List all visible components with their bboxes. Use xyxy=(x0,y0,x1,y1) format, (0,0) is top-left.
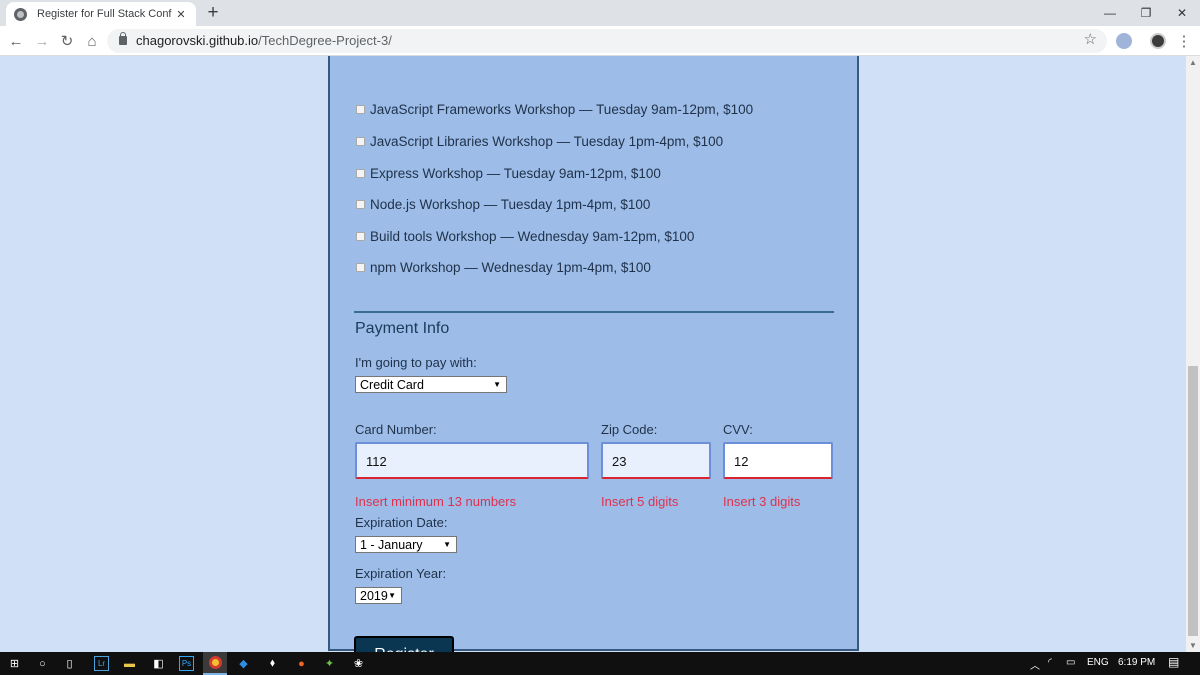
minimize-button[interactable]: — xyxy=(1092,0,1128,26)
clock-time[interactable]: 6:19 PM xyxy=(1118,657,1155,668)
address-bar[interactable]: chagorovski.github.io/TechDegree-Project… xyxy=(107,29,1107,53)
sourcetree-icon[interactable]: ✦ xyxy=(322,656,337,671)
browser-tab[interactable]: Register for Full Stack Conf ✕ xyxy=(6,2,196,26)
section-divider xyxy=(354,311,834,313)
app-icon[interactable]: ❀ xyxy=(351,656,366,671)
zip-code-label: Zip Code: xyxy=(601,422,658,437)
chrome-icon xyxy=(208,656,222,669)
activity-item[interactable]: Node.js Workshop — Tuesday 1pm-4pm, $100 xyxy=(356,197,650,212)
activity-label: npm Workshop — Wednesday 1pm-4pm, $100 xyxy=(370,260,651,275)
scroll-thumb[interactable] xyxy=(1188,366,1198,636)
scroll-up-icon[interactable]: ▲ xyxy=(1189,58,1197,67)
activity-checkbox[interactable] xyxy=(356,137,365,146)
activity-item[interactable]: JavaScript Frameworks Workshop — Tuesday… xyxy=(356,102,753,117)
restore-button[interactable]: ❐ xyxy=(1128,0,1164,26)
activity-label: Express Workshop — Tuesday 9am-12pm, $10… xyxy=(370,166,661,181)
payment-method-value: Credit Card xyxy=(360,378,424,392)
task-view-icon[interactable]: ▯ xyxy=(62,656,77,671)
payment-heading: Payment Info xyxy=(355,320,450,337)
payment-method-select[interactable]: Credit Card ▼ xyxy=(355,376,507,393)
activity-label: Build tools Workshop — Wednesday 9am-12p… xyxy=(370,229,695,244)
zip-code-input[interactable]: 23 xyxy=(601,442,711,479)
chrome-taskbar-button[interactable] xyxy=(203,652,227,675)
card-number-label: Card Number: xyxy=(355,422,437,437)
tab-title: Register for Full Stack Conf xyxy=(37,8,172,20)
cvv-label: CVV: xyxy=(723,422,753,437)
new-tab-button[interactable]: + xyxy=(203,2,223,24)
photoshop-icon[interactable]: Ps xyxy=(179,656,194,671)
expiration-date-label: Expiration Date: xyxy=(355,515,448,530)
windows-taskbar: ⊞ ○ ▯ Lr ▬ ◧ Ps ◆ ⬧ ● ✦ ❀ ︿ ◜ ▭ ENG 6:19… xyxy=(0,652,1200,675)
back-arrow-icon[interactable]: ← xyxy=(4,26,28,56)
expiration-year-select[interactable]: 2019 ▼ xyxy=(355,587,402,604)
browser-toolbar: ← → ↻ ⌂ chagorovski.github.io/TechDegree… xyxy=(0,26,1200,56)
snipping-tool-icon[interactable]: ◧ xyxy=(151,656,166,671)
profile-avatar-icon[interactable] xyxy=(1150,33,1166,49)
activity-item[interactable]: Express Workshop — Tuesday 9am-12pm, $10… xyxy=(356,166,661,181)
activity-item[interactable]: Build tools Workshop — Wednesday 9am-12p… xyxy=(356,229,694,244)
card-number-input[interactable]: 112 xyxy=(355,442,589,479)
expiration-month-select[interactable]: 1 - January ▼ xyxy=(355,536,457,553)
reload-icon[interactable]: ↻ xyxy=(55,26,79,56)
vscode-icon[interactable]: ◆ xyxy=(236,656,251,671)
menu-kebab-icon[interactable]: ⋮ xyxy=(1172,26,1196,56)
scroll-down-icon[interactable]: ▼ xyxy=(1189,641,1197,650)
activity-checkbox[interactable] xyxy=(356,169,365,178)
activity-label: Node.js Workshop — Tuesday 1pm-4pm, $100 xyxy=(370,197,651,212)
close-window-button[interactable]: ✕ xyxy=(1164,0,1200,26)
cortana-search-icon[interactable]: ○ xyxy=(35,656,50,671)
page-scrollbar[interactable]: ▲ ▼ xyxy=(1186,56,1200,652)
activity-checkbox[interactable] xyxy=(356,232,365,241)
activity-label: JavaScript Frameworks Workshop — Tuesday… xyxy=(370,102,754,117)
activity-checkbox[interactable] xyxy=(356,263,365,272)
expiration-year-value: 2019 xyxy=(360,589,388,603)
wifi-icon[interactable]: ◜ xyxy=(1048,657,1052,668)
pay-with-label: I'm going to pay with: xyxy=(355,355,477,370)
git-icon[interactable]: ⬧ xyxy=(265,656,280,671)
lock-icon xyxy=(119,32,127,45)
page-content: JavaScript Frameworks Workshop — Tuesday… xyxy=(0,56,1186,652)
battery-icon[interactable]: ▭ xyxy=(1066,657,1075,668)
bookmark-star-icon[interactable]: ☆ xyxy=(1084,30,1097,48)
home-icon[interactable]: ⌂ xyxy=(80,26,104,56)
url-text: chagorovski.github.io/TechDegree-Project… xyxy=(136,33,392,48)
windows-start-icon[interactable]: ⊞ xyxy=(7,656,22,671)
github-favicon-icon xyxy=(14,7,27,21)
activity-item[interactable]: npm Workshop — Wednesday 1pm-4pm, $100 xyxy=(356,260,651,275)
activity-checkbox[interactable] xyxy=(356,105,365,114)
expiration-year-label: Expiration Year: xyxy=(355,566,447,581)
forward-arrow-icon[interactable]: → xyxy=(30,26,54,56)
dropdown-arrow-icon: ▼ xyxy=(388,591,396,600)
cvv-input[interactable]: 12 xyxy=(723,442,833,479)
postman-icon[interactable]: ● xyxy=(294,656,309,671)
extension-icon[interactable] xyxy=(1116,33,1132,49)
activity-checkbox[interactable] xyxy=(356,200,365,209)
url-host: chagorovski.github.io xyxy=(136,33,259,48)
tab-strip: Register for Full Stack Conf ✕ + — ❐ ✕ xyxy=(0,0,1200,26)
expiration-month-value: 1 - January xyxy=(360,538,423,552)
activity-label: JavaScript Libraries Workshop — Tuesday … xyxy=(370,134,724,149)
dropdown-arrow-icon: ▼ xyxy=(493,380,501,389)
language-indicator[interactable]: ENG xyxy=(1087,657,1109,668)
zip-code-error: Insert 5 digits xyxy=(601,494,679,509)
close-tab-icon[interactable]: ✕ xyxy=(174,8,188,21)
registration-form: JavaScript Frameworks Workshop — Tuesday… xyxy=(328,56,859,652)
tray-chevron-icon[interactable]: ︿ xyxy=(1030,657,1040,672)
file-explorer-icon[interactable]: ▬ xyxy=(122,656,137,671)
card-number-error: Insert minimum 13 numbers xyxy=(355,494,517,509)
lightroom-icon[interactable]: Lr xyxy=(94,656,109,671)
cvv-error: Insert 3 digits xyxy=(723,494,801,509)
url-path: /TechDegree-Project-3/ xyxy=(258,33,392,48)
activity-item[interactable]: JavaScript Libraries Workshop — Tuesday … xyxy=(356,134,723,149)
dropdown-arrow-icon: ▼ xyxy=(443,540,451,549)
action-center-icon[interactable]: ▤ xyxy=(1168,655,1179,669)
register-button[interactable]: Register xyxy=(354,636,454,652)
